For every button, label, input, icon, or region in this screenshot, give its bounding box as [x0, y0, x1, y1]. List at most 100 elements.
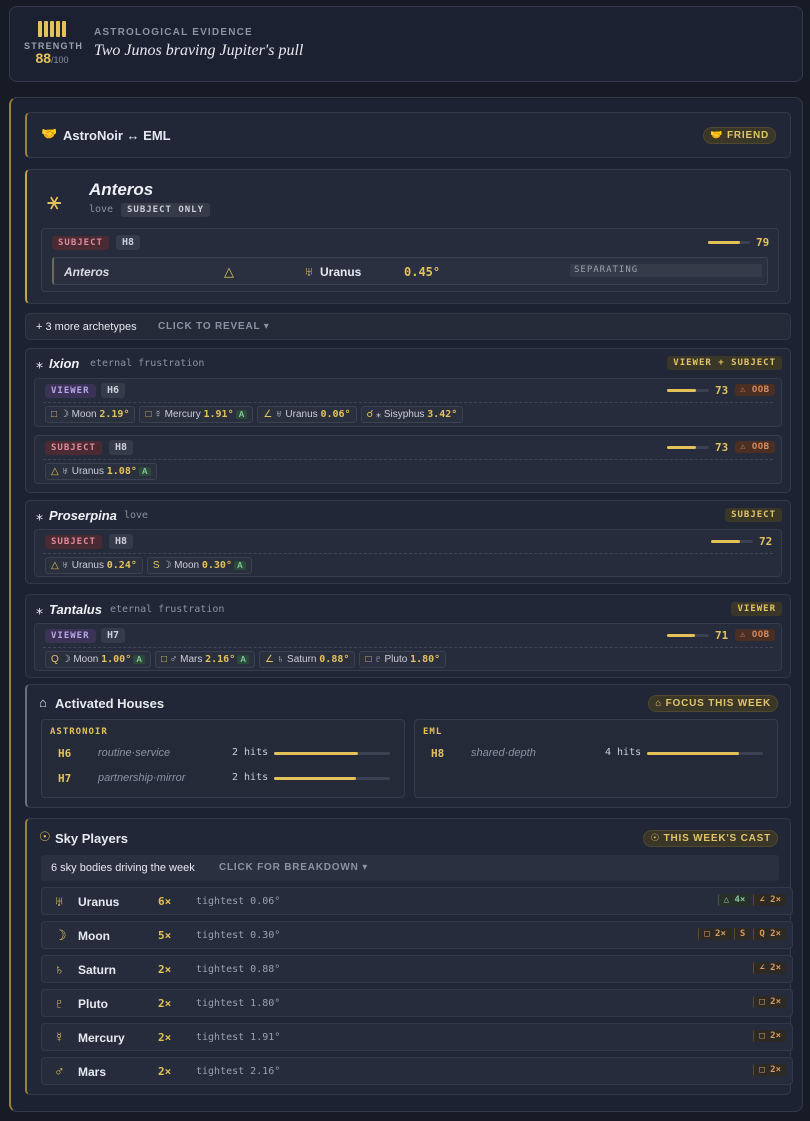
- player-name: Pluto: [78, 997, 108, 1011]
- house-row[interactable]: H7 partnership·mirror 2 hits: [50, 769, 398, 789]
- houses-astronoir: ASTRONOIR H6 routine·service 2 hits H7 partn…: [41, 719, 405, 798]
- aspect-symbol: □: [365, 654, 375, 665]
- planet-glyph-icon: ♇: [374, 654, 385, 665]
- scope-badge: VIEWER + SUBJECT: [667, 356, 782, 370]
- scope-badge: SUBJECT ONLY: [121, 203, 211, 217]
- planet-name: Moon: [71, 409, 100, 420]
- aspect-chip[interactable]: ☌ ⁎ Sisyphus 3.42°: [360, 406, 464, 423]
- aspect-chip[interactable]: ∠ ♄ Saturn 0.88°: [259, 651, 356, 668]
- more-archetypes-toggle[interactable]: + 3 more archetypes CLICK TO REVEAL ▾: [25, 313, 791, 340]
- house-number: H6: [58, 747, 72, 760]
- aspect-tally: ∠ 2×: [753, 894, 786, 906]
- aspect-chip[interactable]: □ ☽ Moon 2.19°: [45, 406, 136, 423]
- applying-badge: A: [237, 655, 249, 664]
- hit-count: 2 hits: [232, 772, 269, 783]
- player-name: Uranus: [78, 895, 120, 909]
- focus-badge: ⌂ FOCUS THIS WEEK: [648, 695, 778, 712]
- breakdown-toggle[interactable]: 6 sky bodies driving the week CLICK FOR …: [41, 855, 779, 881]
- applying-badge: A: [235, 410, 248, 419]
- house-row[interactable]: H6 routine·service 2 hits: [50, 744, 398, 764]
- player-count: 2×: [158, 963, 172, 976]
- hit-bar: [274, 777, 390, 780]
- person-label: ASTRONOIR: [50, 727, 108, 737]
- aspect-tally: □ 2×: [753, 1064, 786, 1076]
- asterisk-icon: ⚹: [47, 188, 62, 215]
- aspect-chip[interactable]: △ ♅ Uranus 0.24°: [45, 557, 143, 574]
- player-count: 6×: [158, 895, 172, 908]
- aspect-chip[interactable]: □ ☿ Mercury 1.91° A: [139, 406, 254, 423]
- tightest-orb: tightest 2.16°: [196, 1066, 281, 1077]
- aspect-symbol: □: [161, 654, 170, 665]
- tightest-orb: tightest 0.06°: [196, 896, 281, 907]
- evidence-panel: 🤝 AstroNoir ↔ EML 🤝 FRIEND ⚹ Anteros lov…: [9, 97, 803, 1112]
- houses-eml: EML H8 shared·depth 4 hits: [414, 719, 778, 798]
- aspect-chip[interactable]: △ ♅ Uranus 1.08° A: [45, 463, 157, 480]
- house-icon: ⌂: [39, 695, 47, 710]
- aspect-planet: Uranus: [320, 265, 362, 279]
- sky-player-row[interactable]: ☿ Mercury 2× tightest 1.91° □ 2×: [41, 1023, 793, 1051]
- relation-card[interactable]: 🤝 AstroNoir ↔ EML 🤝 FRIEND: [25, 112, 791, 158]
- aspect-chip[interactable]: ∠ ♅ Uranus 0.06°: [257, 406, 357, 423]
- archetype-name: Anteros: [89, 180, 154, 199]
- aspect-symbol: S: [152, 560, 163, 571]
- aspect-tallies: □ 2×: [753, 1064, 786, 1076]
- archetype-card-tantalus[interactable]: ⁎ Tantalus eternal frustration VIEWER VI…: [25, 594, 791, 678]
- planet-name: Mercury: [164, 409, 204, 420]
- archetype-theme: eternal frustration: [90, 358, 205, 369]
- sky-player-row[interactable]: ☽ Moon 5× tightest 0.30° □ 2× S Q 2×: [41, 921, 793, 949]
- reveal-action: CLICK TO REVEAL ▾: [158, 321, 270, 332]
- cast-badge: ☉ THIS WEEK'S CAST: [643, 830, 778, 847]
- house-tag: H8: [109, 534, 134, 549]
- aspect-body: Anteros: [64, 265, 110, 279]
- planet-name: Moon: [73, 654, 102, 665]
- sun-icon: ☉: [39, 829, 51, 844]
- hit-count: 2 hits: [232, 747, 269, 758]
- side-tag: SUBJECT: [45, 441, 102, 455]
- tightest-orb: tightest 0.88°: [196, 964, 281, 975]
- archetype-card-anteros[interactable]: ⚹ Anteros love SUBJECT ONLY SUBJECT H8 7…: [25, 169, 791, 304]
- house-meaning: routine·service: [98, 747, 171, 759]
- side-tag: VIEWER: [45, 384, 96, 398]
- aspect-symbol: △: [51, 466, 62, 477]
- strength-value: 88/100: [35, 50, 69, 66]
- aspect-chips: △ ♅ Uranus 1.08° A: [45, 463, 161, 480]
- planet-glyph-icon: ☽: [61, 654, 74, 665]
- player-name: Moon: [78, 929, 110, 943]
- side-tag: SUBJECT: [45, 535, 102, 549]
- player-count: 2×: [158, 997, 172, 1010]
- orb-value: 1.08°: [106, 466, 137, 477]
- aspect-row[interactable]: Anteros △ ♅ Uranus 0.45° SEPARATING: [52, 257, 768, 285]
- sky-player-row[interactable]: ♇ Pluto 2× tightest 1.80° □ 2×: [41, 989, 793, 1017]
- aspect-orb: 0.45°: [404, 265, 441, 279]
- house-meaning: partnership·mirror: [98, 772, 186, 784]
- sky-player-row[interactable]: ♄ Saturn 2× tightest 0.88° ∠ 2×: [41, 955, 793, 983]
- aspect-chip[interactable]: S ☽ Moon 0.30° A: [146, 557, 252, 574]
- evidence-label: ASTROLOGICAL EVIDENCE: [94, 27, 253, 38]
- score-bar: [667, 634, 709, 637]
- archetype-theme: eternal frustration: [110, 604, 225, 615]
- planet-glyph-icon: ☽: [59, 409, 72, 420]
- sky-player-row[interactable]: ♅ Uranus 6× tightest 0.06° △ 4× ∠ 2×: [41, 887, 793, 915]
- score-bar: [667, 446, 709, 449]
- planet-glyph-icon: ♂: [169, 654, 181, 665]
- aspect-tally: △ 4×: [717, 894, 751, 906]
- aspect-chips: □ ☽ Moon 2.19° □ ☿ Mercury 1.91° A ∠ ♅ Uran…: [45, 406, 467, 423]
- sky-player-row[interactable]: ♂ Mars 2× tightest 2.16° □ 2×: [41, 1057, 793, 1085]
- archetype-card-ixion[interactable]: ⁎ Ixion eternal frustration VIEWER + SUB…: [25, 348, 791, 493]
- asterisk-icon: ⁎: [36, 507, 43, 523]
- planet-name: Moon: [174, 560, 202, 571]
- tightest-orb: tightest 0.30°: [196, 930, 281, 941]
- aspect-chip[interactable]: □ ♂ Mars 2.16° A: [155, 651, 255, 668]
- house-row[interactable]: H8 shared·depth 4 hits: [423, 744, 771, 764]
- viewer-block: VIEWER H6 73 ⚠ OOB □ ☽ Moon 2.19° □ ☿ Mer…: [34, 378, 782, 427]
- archetype-card-proserpina[interactable]: ⁎ Proserpina love SUBJECT SUBJECT H8 72 …: [25, 500, 791, 584]
- planet-name: Uranus: [71, 560, 107, 571]
- hit-bar: [647, 752, 763, 755]
- aspect-chip[interactable]: Q ☽ Moon 1.00° A: [45, 651, 151, 668]
- aspect-chip[interactable]: □ ♇ Pluto 1.80°: [359, 651, 447, 668]
- house-tag: H7: [101, 628, 126, 643]
- section-title: Activated Houses: [55, 696, 165, 711]
- orb-value: 3.42°: [427, 409, 458, 420]
- tightest-orb: tightest 1.91°: [196, 1032, 281, 1043]
- asterisk-icon: ⁎: [36, 355, 43, 371]
